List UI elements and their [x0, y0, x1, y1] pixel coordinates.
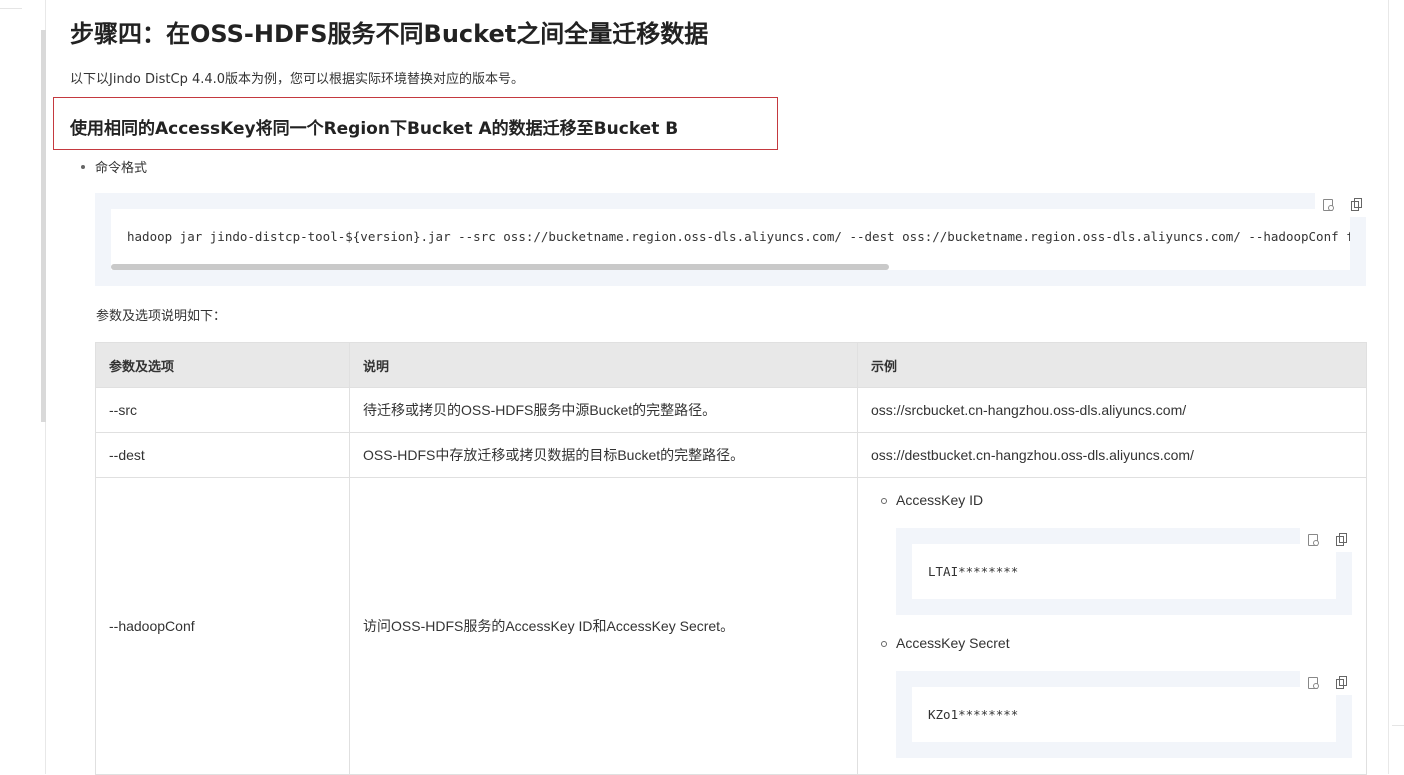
table-header-param: 参数及选项 [95, 342, 350, 388]
table-header-row: 参数及选项 说明 示例 [95, 342, 1367, 388]
top-divider [0, 8, 22, 9]
accesskey-secret-code[interactable]: KZo1******** [928, 707, 1018, 722]
accesskey-id-code-area[interactable]: LTAI******** [912, 544, 1336, 599]
step-title: 步骤四：在OSS-HDFS服务不同Bucket之间全量迁移数据 [70, 20, 709, 48]
example-cell: oss://srcbucket.cn-hangzhou.oss-dls.aliy… [857, 387, 1367, 433]
table-row: --src 待迁移或拷贝的OSS-HDFS服务中源Bucket的完整路径。 os… [95, 387, 1367, 433]
accesskey-id-code-block: LTAI******** [896, 528, 1356, 615]
table-row: --hadoopConf 访问OSS-HDFS服务的AccessKey ID和A… [95, 477, 1367, 775]
run-code-icon[interactable] [1307, 533, 1321, 547]
accesskey-secret-code-area[interactable]: KZo1******** [912, 687, 1336, 742]
params-table: 参数及选项 说明 示例 --src 待迁移或拷贝的OSS-HDFS服务中源Buc… [95, 342, 1367, 775]
desc-cell: 访问OSS-HDFS服务的AccessKey ID和AccessKey Secr… [349, 477, 858, 775]
right-divider [1392, 725, 1404, 726]
bullet-dot [81, 165, 85, 169]
command-code[interactable]: hadoop jar jindo-distcp-tool-${version}.… [127, 229, 1350, 244]
code-horizontal-scrollbar[interactable] [111, 264, 889, 270]
toc-scrollbar[interactable] [41, 30, 46, 422]
circle-bullet [881, 498, 887, 504]
intro-text: 以下以Jindo DistCp 4.4.0版本为例，您可以根据实际环境替换对应的… [70, 72, 525, 87]
desc-cell: OSS-HDFS中存放迁移或拷贝数据的目标Bucket的完整路径。 [349, 432, 858, 478]
run-code-icon[interactable] [1322, 198, 1336, 212]
copy-icon[interactable] [1335, 676, 1349, 690]
desc-cell: 待迁移或拷贝的OSS-HDFS服务中源Bucket的完整路径。 [349, 387, 858, 433]
example-cell: oss://destbucket.cn-hangzhou.oss-dls.ali… [857, 432, 1367, 478]
table-header-desc: 说明 [349, 342, 858, 388]
command-code-block: hadoop jar jindo-distcp-tool-${version}.… [95, 193, 1371, 286]
table-header-example: 示例 [857, 342, 1367, 388]
circle-bullet [881, 641, 887, 647]
accesskey-id-code[interactable]: LTAI******** [928, 564, 1018, 579]
copy-icon[interactable] [1335, 533, 1349, 547]
example-cell: AccessKey ID LTAI******** AccessKey Secr… [857, 477, 1367, 775]
code-toolbar [1300, 671, 1356, 695]
accesskey-secret-code-block: KZo1******** [896, 671, 1356, 758]
bullet-command-format: 命令格式 [95, 161, 148, 176]
param-cell: --dest [95, 432, 350, 478]
code-toolbar [1300, 528, 1356, 552]
section-heading-box: 使用相同的AccessKey将同一个Region下Bucket A的数据迁移至B… [53, 97, 778, 150]
run-code-icon[interactable] [1307, 676, 1321, 690]
table-row: --dest OSS-HDFS中存放迁移或拷贝数据的目标Bucket的完整路径。… [95, 432, 1367, 478]
copy-icon[interactable] [1350, 198, 1364, 212]
code-toolbar [1315, 193, 1371, 217]
example-label-accesskey-secret: AccessKey Secret [896, 635, 1010, 651]
content-border-right [1388, 0, 1389, 774]
section-heading: 使用相同的AccessKey将同一个Region下Bucket A的数据迁移至B… [70, 119, 679, 139]
command-code-area[interactable]: hadoop jar jindo-distcp-tool-${version}.… [111, 209, 1350, 270]
param-cell: --src [95, 387, 350, 433]
params-intro: 参数及选项说明如下： [96, 309, 227, 324]
param-cell: --hadoopConf [95, 477, 350, 775]
example-label-accesskey-id: AccessKey ID [896, 492, 984, 508]
